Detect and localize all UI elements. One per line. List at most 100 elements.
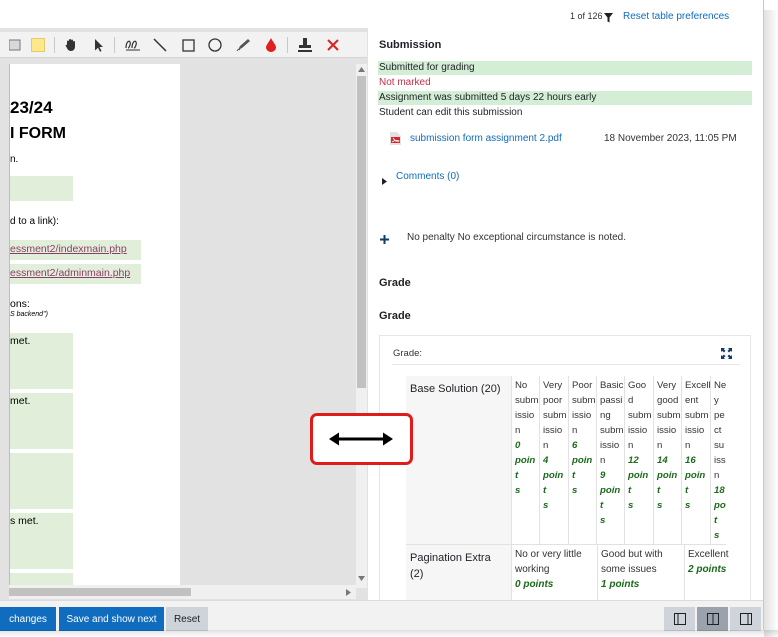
level-description: Poor	[572, 380, 593, 391]
level-points: 18	[714, 485, 725, 496]
rubric-level[interactable]: Goo d subm issio n 12 poin t s	[624, 376, 653, 544]
level-description: n	[714, 470, 720, 481]
save-and-show-next-button[interactable]: Save and show next	[59, 607, 164, 631]
level-points: 6	[572, 440, 578, 451]
pdf-page[interactable]: 23/24 I FORM n. d to a link): essment2/i…	[9, 64, 180, 598]
rubric-level[interactable]: Basic passi ng subm issio n 9 poin t s	[596, 376, 624, 544]
pdf-vertical-scroll-thumb[interactable]	[357, 76, 366, 388]
pdf-text: met.	[10, 395, 31, 407]
level-description: Ne	[714, 380, 727, 391]
level-description: Basic	[600, 380, 624, 391]
level-description: ent	[685, 395, 699, 406]
level-description: pe	[714, 410, 725, 421]
level-description: d	[628, 395, 634, 406]
plus-icon[interactable]	[380, 231, 389, 249]
comment-icon[interactable]	[124, 36, 142, 54]
level-description: subm	[657, 410, 681, 421]
level-description: some issues	[601, 564, 657, 575]
level-description: n	[543, 440, 549, 451]
level-points: 0 points	[515, 579, 554, 590]
level-description: y	[714, 395, 719, 406]
level-points: 12	[628, 455, 639, 466]
criterion-base-solution	[406, 376, 511, 544]
filter-icon[interactable]	[604, 10, 613, 28]
level-description: subm	[600, 425, 624, 436]
line-icon[interactable]	[151, 36, 169, 54]
pdf-text: ons:	[10, 298, 30, 310]
rubric-level[interactable]: Excellent 2 points	[684, 544, 729, 600]
submitted-for-grading-status: Submitted for grading	[379, 62, 475, 73]
level-points: t	[600, 500, 604, 511]
submission-file-link[interactable]: submission form assignment 2.pdf	[410, 133, 562, 144]
pdf-link[interactable]: essment2/adminmain.php	[10, 267, 130, 279]
student-can-edit-status: Student can edit this submission	[379, 107, 523, 118]
default-view-icon[interactable]	[697, 607, 728, 631]
level-description: passi	[600, 395, 623, 406]
collapse-grade-panel-icon[interactable]	[730, 607, 761, 631]
level-points: t	[657, 485, 661, 496]
rubric-level[interactable]: Poor subm issio n 6 poin t s	[568, 376, 596, 544]
pen-icon[interactable]	[234, 36, 252, 54]
stamp-icon[interactable]	[296, 36, 314, 54]
grade-heading: Grade	[379, 277, 411, 289]
level-points: t	[572, 470, 576, 481]
pdf-title-year: 23/24	[10, 98, 53, 117]
rubric-level[interactable]: Ne y pe ct su iss n 18 po t s	[710, 376, 726, 544]
reset-button[interactable]: Reset	[166, 607, 208, 631]
level-points: 4	[543, 455, 549, 466]
level-description: issio	[657, 425, 677, 436]
rubric-level[interactable]: No or very little working 0 points	[511, 544, 597, 600]
level-points: poin	[685, 470, 706, 481]
level-points: 0	[515, 440, 521, 451]
submission-heading: Submission	[379, 39, 442, 51]
expand-comments-icon[interactable]	[382, 172, 387, 190]
level-points: poin	[628, 470, 649, 481]
penalty-note: No penalty No exceptional circumstance i…	[407, 232, 627, 243]
level-description: subm	[515, 395, 539, 406]
pdf-answer-field	[10, 176, 73, 201]
oval-icon[interactable]	[206, 36, 224, 54]
level-description: subm	[572, 395, 596, 406]
level-description: n	[657, 440, 663, 451]
rubric-level[interactable]: Good but with some issues 1 points	[597, 544, 684, 600]
rectangle-icon[interactable]	[179, 36, 197, 54]
level-description: issio	[515, 410, 535, 421]
level-points: t	[685, 485, 689, 496]
color-drop-icon[interactable]	[262, 36, 280, 54]
level-description: subm	[543, 410, 567, 421]
pdf-link[interactable]: essment2/indexmain.php	[10, 243, 127, 255]
grade-panel: Submission Submitted for grading Not mar…	[368, 28, 763, 601]
save-changes-button[interactable]: changes	[0, 607, 56, 631]
pagination-label: 1 of 126	[570, 11, 603, 21]
level-points: poin	[543, 470, 564, 481]
hand-pan-icon[interactable]	[62, 36, 80, 54]
pdf-title-form: I FORM	[10, 125, 66, 142]
highlight-swatch-icon[interactable]	[29, 36, 47, 54]
level-description: n	[600, 455, 606, 466]
pdf-text: s met.	[10, 515, 39, 527]
level-points: poin	[515, 455, 536, 466]
pdf-text: n.	[10, 154, 19, 165]
reset-table-preferences-link[interactable]: Reset table preferences	[623, 11, 729, 22]
fullscreen-icon[interactable]	[721, 346, 732, 364]
rubric-level[interactable]: Very good subm issio n 14 poin t s	[653, 376, 681, 544]
pdf-horizontal-scroll-thumb[interactable]	[9, 588, 191, 596]
rubric-level[interactable]: Very poor subm issio n 4 poin t s	[539, 376, 568, 544]
level-description: issio	[543, 425, 563, 436]
rubric-level[interactable]: No subm issio n 0 poin t s	[511, 376, 539, 544]
stamp-list-icon[interactable]	[6, 36, 24, 54]
collapse-review-panel-icon[interactable]	[664, 607, 695, 631]
level-points: t	[714, 515, 718, 526]
pdf-text: d to a link):	[10, 216, 59, 227]
rubric-level[interactable]: Excell ent subm issio n 16 poin t s	[681, 376, 711, 544]
level-description: Excell	[685, 380, 711, 391]
level-description: working	[515, 564, 550, 575]
pointer-icon[interactable]	[90, 36, 108, 54]
delete-icon[interactable]	[324, 36, 342, 54]
pdf-answer-field	[10, 453, 73, 509]
level-description: issio	[572, 410, 592, 421]
comments-toggle[interactable]: Comments (0)	[396, 171, 459, 182]
submission-file-date: 18 November 2023, 11:05 PM	[604, 133, 737, 144]
level-points: s	[515, 485, 521, 496]
level-description: n	[685, 440, 691, 451]
